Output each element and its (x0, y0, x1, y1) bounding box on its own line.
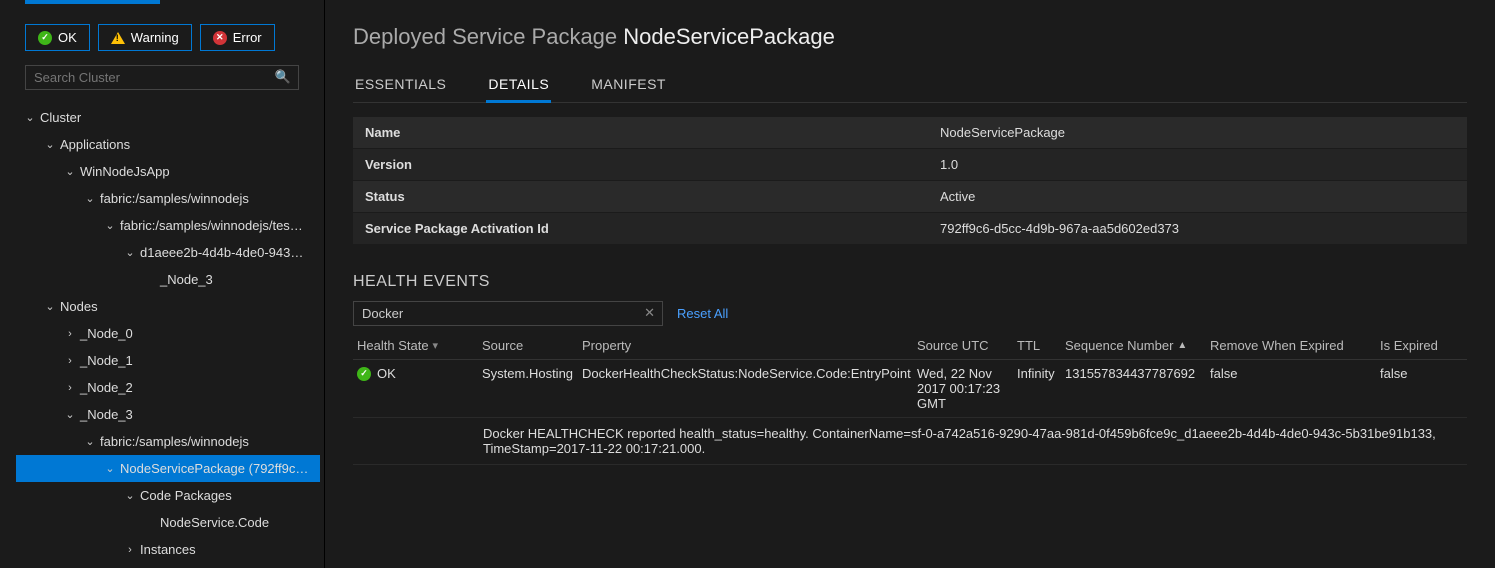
search-icon: 🔍 (275, 69, 291, 85)
tab-manifest[interactable]: MANIFEST (589, 68, 668, 102)
filter-warning-button[interactable]: Warning (98, 24, 192, 51)
chevron-down-icon: ⌄ (64, 408, 76, 421)
kv-key-status: Status (365, 189, 940, 204)
col-property[interactable]: Property (582, 338, 917, 353)
chevron-down-icon: ⌄ (84, 192, 96, 205)
kv-val-version: 1.0 (940, 157, 958, 172)
chevron-down-icon: ⌄ (44, 138, 56, 151)
health-events-filter-row: ✕ Reset All (353, 301, 1467, 326)
cell-source: System.Hosting (482, 366, 582, 381)
sort-asc-icon: ▲ (1177, 340, 1187, 351)
filter-error-label: Error (233, 30, 262, 45)
table-row-detail: Docker HEALTHCHECK reported health_statu… (353, 418, 1467, 465)
tree-partition[interactable]: ⌄fabric:/samples/winnodejs/tes… (16, 212, 320, 239)
tree-cluster[interactable]: ⌄Cluster (16, 104, 320, 131)
filter-ok-button[interactable]: ✓ OK (25, 24, 90, 51)
kv-key-version: Version (365, 157, 940, 172)
chevron-down-icon: ⌄ (84, 435, 96, 448)
tree-node-3[interactable]: ⌄_Node_3 (16, 401, 320, 428)
clear-icon[interactable]: ✕ (644, 305, 655, 321)
cell-health-state: ✓ OK (357, 366, 482, 381)
details-table: Name NodeServicePackage Version 1.0 Stat… (353, 117, 1467, 245)
filter-ok-label: OK (58, 30, 77, 45)
cell-expired: false (1380, 366, 1463, 381)
health-events-heading: HEALTH EVENTS (353, 273, 1467, 291)
chevron-down-icon: ⌄ (124, 489, 136, 502)
tree-node-2[interactable]: ›_Node_2 (16, 374, 320, 401)
chevron-down-icon: ⌄ (64, 165, 76, 178)
kv-key-spai: Service Package Activation Id (365, 221, 940, 236)
kv-key-name: Name (365, 125, 940, 140)
chevron-down-icon: ⌄ (104, 462, 116, 475)
tree-node-0[interactable]: ›_Node_0 (16, 320, 320, 347)
nav-tree: ⌄Cluster ⌄Applications ⌄WinNodeJsApp ⌄fa… (0, 100, 324, 568)
kv-val-status: Active (940, 189, 975, 204)
warning-icon (111, 32, 125, 44)
col-source[interactable]: Source (482, 338, 582, 353)
kv-row-version: Version 1.0 (353, 149, 1467, 181)
ok-icon: ✓ (38, 31, 52, 45)
cell-source-utc: Wed, 22 Nov 2017 00:17:23 GMT (917, 366, 1017, 411)
tree-node-1[interactable]: ›_Node_1 (16, 347, 320, 374)
page-title-prefix: Deployed Service Package (353, 24, 617, 49)
tree-service[interactable]: ⌄fabric:/samples/winnodejs (16, 185, 320, 212)
main-content: Deployed Service Package NodeServicePack… (325, 0, 1495, 568)
tree-node-3-pkg[interactable]: ⌄NodeServicePackage (792ff9c… (16, 455, 320, 482)
chevron-down-icon: ⌄ (24, 111, 36, 124)
tab-essentials[interactable]: ESSENTIALS (353, 68, 448, 102)
kv-row-status: Status Active (353, 181, 1467, 213)
table-header: Health State▾ Source Property Source UTC… (353, 332, 1467, 360)
sidebar: ✓ OK Warning ✕ Error 🔍 ⌄Cluster ⌄Applica… (0, 0, 325, 568)
col-source-utc[interactable]: Source UTC (917, 338, 1017, 353)
cell-ttl: Infinity (1017, 366, 1065, 381)
health-events-filter-wrap: ✕ (353, 301, 663, 326)
cell-seq: 131557834437787692 (1065, 366, 1210, 381)
kv-val-spai: 792ff9c6-d5cc-4d9b-967a-aa5d602ed373 (940, 221, 1179, 236)
search-cluster-wrap: 🔍 (25, 65, 299, 90)
filter-warning-label: Warning (131, 30, 179, 45)
col-expired[interactable]: Is Expired (1380, 338, 1463, 353)
col-health-state[interactable]: Health State▾ (357, 338, 482, 353)
cell-property: DockerHealthCheckStatus:NodeService.Code… (582, 366, 917, 381)
tab-bar: ESSENTIALS DETAILS MANIFEST (353, 68, 1467, 103)
search-cluster-input[interactable] (25, 65, 299, 90)
filter-error-button[interactable]: ✕ Error (200, 24, 275, 51)
cell-remove: false (1210, 366, 1380, 381)
tree-replica[interactable]: ⌄d1aeee2b-4d4b-4de0-943… (16, 239, 320, 266)
kv-row-spai: Service Package Activation Id 792ff9c6-d… (353, 213, 1467, 245)
chevron-down-icon: ⌄ (124, 246, 136, 259)
col-ttl[interactable]: TTL (1017, 338, 1065, 353)
tree-replica-node[interactable]: _Node_3 (16, 266, 320, 293)
chevron-right-icon: › (64, 328, 76, 340)
accent-bar (25, 0, 160, 4)
chevron-down-icon: ⌄ (44, 300, 56, 313)
chevron-right-icon: › (124, 544, 136, 556)
filter-icon: ▾ (433, 339, 439, 352)
chevron-right-icon: › (64, 382, 76, 394)
chevron-down-icon: ⌄ (104, 219, 116, 232)
col-seq[interactable]: Sequence Number ▲ (1065, 338, 1210, 353)
chevron-right-icon: › (64, 355, 76, 367)
health-events-filter-input[interactable] (353, 301, 663, 326)
tab-details[interactable]: DETAILS (486, 68, 551, 102)
page-title: Deployed Service Package NodeServicePack… (353, 24, 1467, 50)
page-title-name: NodeServicePackage (623, 24, 835, 49)
tree-app[interactable]: ⌄WinNodeJsApp (16, 158, 320, 185)
error-icon: ✕ (213, 31, 227, 45)
tree-instances[interactable]: ›Instances (16, 536, 320, 563)
health-events-table: Health State▾ Source Property Source UTC… (353, 332, 1467, 465)
reset-all-link[interactable]: Reset All (677, 306, 728, 321)
ok-icon: ✓ (357, 367, 371, 381)
tree-code-packages[interactable]: ⌄Code Packages (16, 482, 320, 509)
table-row[interactable]: ✓ OK System.Hosting DockerHealthCheckSta… (353, 360, 1467, 418)
kv-row-name: Name NodeServicePackage (353, 117, 1467, 149)
tree-nodes[interactable]: ⌄Nodes (16, 293, 320, 320)
status-filter-bar: ✓ OK Warning ✕ Error (0, 14, 324, 65)
tree-node-3-svc[interactable]: ⌄fabric:/samples/winnodejs (16, 428, 320, 455)
tree-applications[interactable]: ⌄Applications (16, 131, 320, 158)
kv-val-name: NodeServicePackage (940, 125, 1065, 140)
tree-code-package[interactable]: NodeService.Code (16, 509, 320, 536)
col-remove[interactable]: Remove When Expired (1210, 338, 1380, 353)
